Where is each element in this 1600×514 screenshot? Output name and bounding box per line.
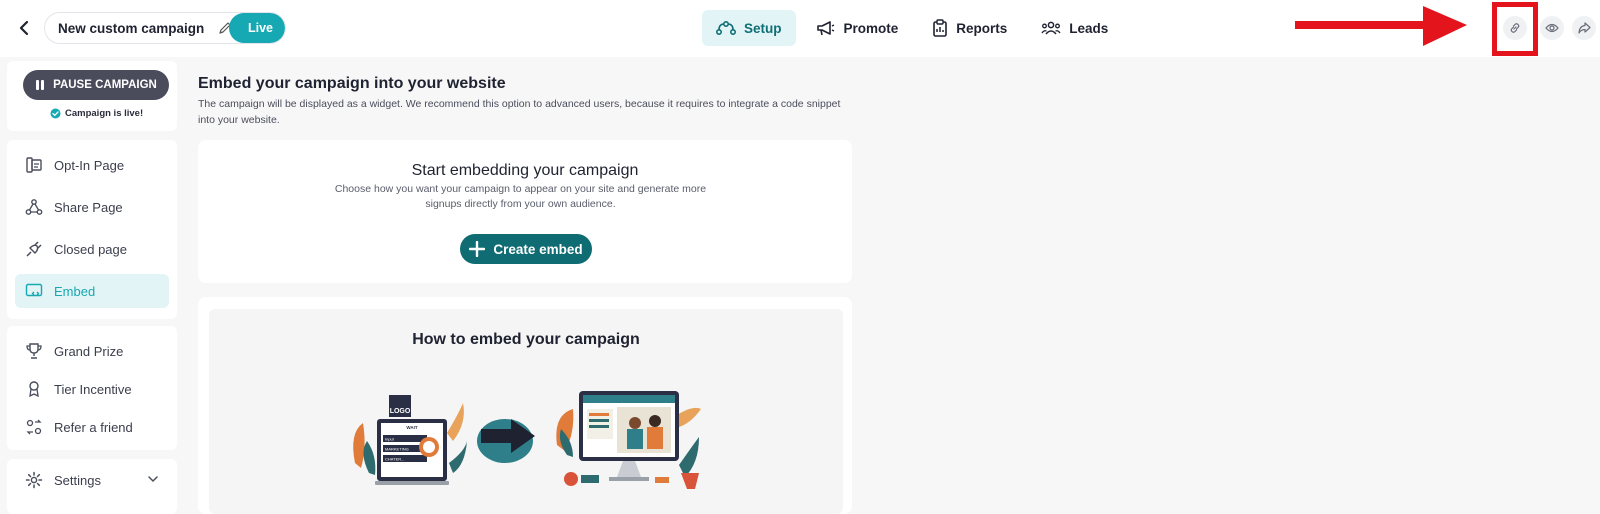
tab-leads-label: Leads [1069, 20, 1109, 36]
sidebar-item-label: Embed [54, 283, 96, 299]
page-subtitle: The campaign will be displayed as a widg… [198, 98, 841, 126]
top-bar: New custom campaign Live Setup Promote R… [0, 0, 1600, 57]
sidebar-item-label: Closed page [54, 241, 127, 257]
annotation-arrow-icon [1295, 6, 1467, 46]
people-icon [1041, 21, 1061, 35]
how-to-embed-title: How to embed your campaign [412, 331, 640, 348]
sidebar-item-settings[interactable]: Settings [15, 463, 169, 497]
megaphone-icon [816, 21, 834, 36]
clipboard-icon [933, 19, 948, 37]
check-circle-icon [50, 108, 61, 119]
sidebar-item-label: Refer a friend [54, 419, 133, 435]
main-nav: Setup Promote Reports Leads [702, 10, 1128, 46]
tab-promote-label: Promote [843, 20, 899, 36]
share-arrow-icon [1577, 22, 1591, 34]
pause-campaign-button[interactable]: PAUSE CAMPAIGN [23, 70, 169, 100]
start-embedding-title: Start embedding your campaign [411, 162, 639, 179]
tab-setup[interactable]: Setup [702, 10, 796, 46]
pause-icon [36, 80, 45, 90]
sidebar-item-closed-page[interactable]: Closed page [15, 232, 169, 266]
eye-icon [1545, 23, 1559, 33]
sidebar-item-label: Tier Incentive [54, 381, 132, 397]
chater-text: CHATER... [385, 457, 404, 462]
chevron-left-icon [19, 20, 29, 36]
setup-icon [716, 20, 736, 35]
sidebar-item-label: Settings [54, 472, 101, 488]
campaign-live-status: Campaign is live! [50, 108, 143, 119]
sidebar-item-grand-prize[interactable]: Grand Prize [15, 334, 169, 368]
sidebar-item-tier-incentive[interactable]: Tier Incentive [15, 372, 169, 406]
preview-button[interactable] [1540, 16, 1564, 40]
back-button[interactable] [14, 17, 34, 39]
trophy-icon [26, 343, 42, 359]
tab-leads[interactable]: Leads [1027, 10, 1122, 46]
create-embed-button[interactable]: Create embed [460, 234, 592, 264]
wait-text: WAIT [406, 425, 417, 430]
share-nodes-icon [25, 199, 43, 215]
sidebar-item-opt-in-page[interactable]: Opt-In Page [15, 148, 169, 182]
campaign-live-text: Campaign is live! [65, 108, 144, 119]
plug-icon [26, 241, 42, 257]
gear-icon [25, 471, 43, 489]
sidebar-item-label: Share Page [54, 199, 123, 215]
tab-reports[interactable]: Reports [918, 10, 1021, 46]
plus-icon [469, 241, 486, 257]
share-button[interactable] [1572, 16, 1596, 40]
signup-form-illustration: LOGO WAIT Input MARKETING CHATER... [353, 395, 467, 485]
website-embed-illustration [556, 391, 701, 489]
tab-promote[interactable]: Promote [802, 10, 913, 46]
campaign-name-pill: New custom campaign Live [44, 12, 286, 44]
sidebar-item-embed[interactable]: Embed [15, 274, 169, 308]
page-title: Embed your campaign into your website [198, 75, 506, 92]
logo-text: LOGO [390, 408, 411, 415]
opt-in-icon [26, 157, 42, 173]
start-embedding-card: Start embedding your campaign Choose how… [198, 140, 852, 283]
pause-campaign-label: PAUSE CAMPAIGN [53, 79, 157, 91]
tab-setup-label: Setup [744, 20, 782, 36]
how-to-embed-panel: How to embed your campaign LOGO WAIT Inp… [209, 309, 843, 514]
chevron-down-icon [148, 476, 158, 483]
sidebar-item-share-page[interactable]: Share Page [15, 190, 169, 224]
start-embedding-description: Choose how you want your campaign to app… [334, 183, 707, 210]
live-toggle[interactable]: Live [229, 13, 285, 43]
copy-link-button[interactable] [1503, 16, 1527, 40]
campaign-name[interactable]: New custom campaign [58, 21, 210, 36]
sidebar-item-refer-a-friend[interactable]: Refer a friend [15, 410, 169, 444]
arrow-right-illustration [477, 419, 535, 463]
link-icon [1510, 23, 1520, 33]
tab-reports-label: Reports [956, 20, 1008, 36]
input-text: Input [385, 437, 395, 442]
sidebar-item-label: Grand Prize [54, 343, 124, 359]
refer-icon [26, 419, 42, 435]
sidebar-item-label: Opt-In Page [54, 157, 125, 173]
live-label: Live [247, 21, 273, 35]
medal-icon [29, 381, 39, 398]
create-embed-label: Create embed [493, 241, 583, 257]
embed-icon [25, 283, 43, 297]
marketing-text: MARKETING [385, 447, 409, 452]
